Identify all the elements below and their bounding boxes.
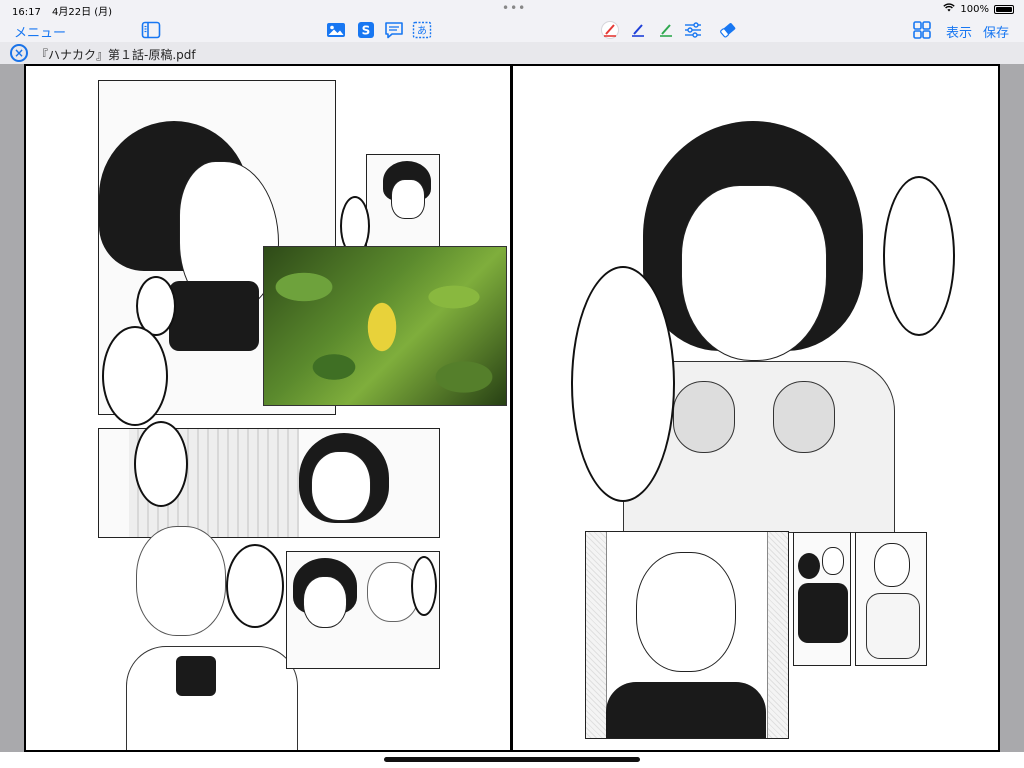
character-face xyxy=(136,526,226,636)
character-face xyxy=(681,185,827,361)
speech-bubble xyxy=(226,544,284,628)
document-viewer[interactable] xyxy=(0,64,1024,752)
menu-button[interactable]: メニュー xyxy=(14,22,66,41)
file-bar: × 『ハナカク』第１話-原稿.pdf xyxy=(0,42,1024,64)
manga-panel xyxy=(366,154,440,250)
eraser-icon[interactable] xyxy=(718,20,738,40)
toolbar: メニュー S あ 表示 保存 xyxy=(0,18,1024,43)
blue-pen-icon[interactable] xyxy=(628,20,648,40)
status-time: 16:17 xyxy=(12,7,41,18)
character-hair xyxy=(169,281,259,351)
text-style-label: S xyxy=(362,24,371,38)
character-body xyxy=(866,593,920,659)
character-face xyxy=(391,179,425,219)
manga-figure xyxy=(623,121,895,533)
manga-figure xyxy=(106,506,298,750)
status-bar: 16:17 4月22日 (月) ••• 100% xyxy=(0,0,1024,18)
view-button[interactable]: 表示 xyxy=(946,22,972,41)
character-face xyxy=(311,451,371,521)
manga-panel xyxy=(855,532,927,666)
speech-bubble xyxy=(883,176,955,336)
character-face xyxy=(822,547,844,575)
wifi-icon xyxy=(943,3,956,15)
character-fist xyxy=(673,381,735,453)
battery-percent: 100% xyxy=(960,3,989,15)
close-document-button[interactable]: × xyxy=(10,44,28,62)
character-body xyxy=(606,682,766,738)
speech-bubble xyxy=(102,326,168,426)
close-icon: × xyxy=(13,46,25,60)
comment-icon[interactable] xyxy=(384,20,404,40)
file-name: 『ハナカク』第１話-原稿.pdf xyxy=(36,48,196,62)
speech-bubble xyxy=(411,556,437,616)
manga-page-left[interactable] xyxy=(24,64,512,752)
character-hair xyxy=(798,553,820,579)
inserted-photo[interactable] xyxy=(263,246,507,406)
character-fist xyxy=(773,381,835,453)
multitasking-dots-icon[interactable]: ••• xyxy=(502,1,526,15)
character-collar xyxy=(176,656,216,696)
character-body xyxy=(798,583,848,643)
speech-bubble xyxy=(134,421,188,507)
manga-panel xyxy=(793,532,851,666)
pen-settings-sliders-icon[interactable] xyxy=(683,20,703,40)
manga-panel xyxy=(585,531,789,739)
speech-bubble xyxy=(571,266,675,502)
green-pen-icon[interactable] xyxy=(656,20,676,40)
text-box-glyph: あ xyxy=(417,25,427,37)
save-button[interactable]: 保存 xyxy=(983,22,1009,41)
character-face xyxy=(303,576,347,628)
manga-page-right[interactable] xyxy=(511,64,1000,752)
battery-icon xyxy=(994,4,1014,14)
text-style-button[interactable]: S xyxy=(356,20,376,40)
thumbnail-grid-icon[interactable] xyxy=(912,20,932,40)
image-insert-icon[interactable] xyxy=(326,20,346,40)
sidebar-toggle-icon[interactable] xyxy=(141,20,161,40)
home-indicator[interactable] xyxy=(384,757,640,762)
character-face xyxy=(636,552,736,672)
red-pen-icon[interactable] xyxy=(600,20,620,40)
status-date: 4月22日 (月) xyxy=(52,7,113,18)
character-face xyxy=(874,543,910,587)
text-box-icon[interactable]: あ xyxy=(412,20,432,40)
